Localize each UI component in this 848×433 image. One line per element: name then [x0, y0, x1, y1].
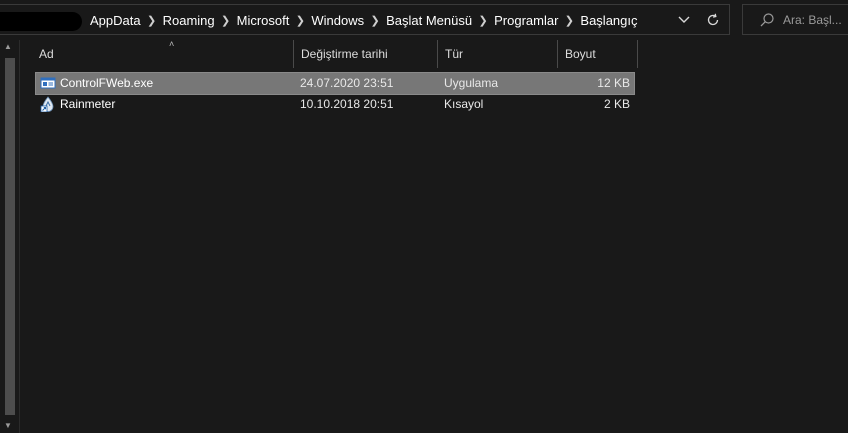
column-header-size[interactable]: Boyut — [558, 40, 638, 68]
refresh-button[interactable] — [703, 10, 723, 30]
search-input[interactable]: Ara: Başl... — [742, 4, 848, 35]
chevron-right-icon[interactable]: ❯ — [141, 14, 163, 27]
file-type: Kısayol — [444, 97, 484, 111]
chevron-right-icon[interactable]: ❯ — [289, 14, 311, 27]
application-icon — [40, 75, 56, 91]
file-size: 12 KB — [597, 76, 630, 90]
address-bar[interactable]: AppData ❯ Roaming ❯ Microsoft ❯ Windows … — [0, 4, 730, 35]
breadcrumb-item-programlar[interactable]: Programlar — [494, 13, 558, 28]
sort-ascending-icon: ˄ — [169, 39, 175, 49]
file-size: 2 KB — [603, 97, 630, 111]
breadcrumb-item-baslangic[interactable]: Başlangıç — [580, 13, 637, 28]
file-list-pane: Ad ˄ Değiştirme tarihi Tür Boyut Control… — [21, 39, 848, 433]
column-header-size-label: Boyut — [565, 47, 596, 61]
navigation-pane: ▲ ▼ — [0, 40, 20, 433]
file-date: 10.10.2018 20:51 — [300, 97, 394, 111]
column-header-name[interactable]: Ad ˄ — [32, 39, 294, 68]
breadcrumb: AppData ❯ Roaming ❯ Microsoft ❯ Windows … — [90, 5, 638, 36]
breadcrumb-item-windows[interactable]: Windows — [311, 13, 364, 28]
file-type: Uygulama — [444, 76, 499, 90]
column-header-type-label: Tür — [445, 47, 463, 61]
scroll-up-icon[interactable]: ▲ — [4, 42, 12, 51]
navigation-scrollbar-thumb[interactable] — [5, 58, 15, 415]
chevron-right-icon[interactable]: ❯ — [558, 14, 580, 27]
column-header-type[interactable]: Tür — [438, 40, 558, 68]
file-list: ControlFWeb.exe 24.07.2020 23:51 Uygulam… — [35, 72, 635, 115]
breadcrumb-item-microsoft[interactable]: Microsoft — [237, 13, 290, 28]
column-header-date-label: Değiştirme tarihi — [301, 47, 388, 61]
chevron-right-icon[interactable]: ❯ — [215, 14, 237, 27]
file-explorer-window: AppData ❯ Roaming ❯ Microsoft ❯ Windows … — [0, 0, 848, 433]
chevron-right-icon[interactable]: ❯ — [472, 14, 494, 27]
navigation-bar: AppData ❯ Roaming ❯ Microsoft ❯ Windows … — [0, 0, 848, 40]
address-history-dropdown[interactable] — [675, 10, 693, 30]
column-header: Ad ˄ Değiştirme tarihi Tür Boyut — [21, 39, 641, 68]
redacted-user-segment — [0, 12, 82, 31]
scroll-down-icon[interactable]: ▼ — [4, 421, 12, 430]
column-header-date[interactable]: Değiştirme tarihi — [294, 40, 438, 68]
file-row-rainmeter[interactable]: Rainmeter 10.10.2018 20:51 Kısayol 2 KB — [36, 94, 634, 115]
file-row-controlfweb[interactable]: ControlFWeb.exe 24.07.2020 23:51 Uygulam… — [35, 72, 635, 95]
search-placeholder: Ara: Başl... — [783, 13, 842, 27]
rainmeter-shortcut-icon — [40, 96, 56, 113]
file-date: 24.07.2020 23:51 — [300, 76, 394, 90]
file-name: Rainmeter — [60, 97, 116, 111]
refresh-icon — [707, 13, 719, 26]
column-header-name-label: Ad — [39, 47, 54, 61]
chevron-right-icon[interactable]: ❯ — [364, 14, 386, 27]
breadcrumb-item-roaming[interactable]: Roaming — [163, 13, 215, 28]
chevron-down-icon — [678, 16, 690, 23]
breadcrumb-item-baslat-menusu[interactable]: Başlat Menüsü — [386, 13, 472, 28]
file-name: ControlFWeb.exe — [60, 76, 154, 90]
search-icon — [759, 12, 775, 28]
breadcrumb-item-appdata[interactable]: AppData — [90, 13, 141, 28]
